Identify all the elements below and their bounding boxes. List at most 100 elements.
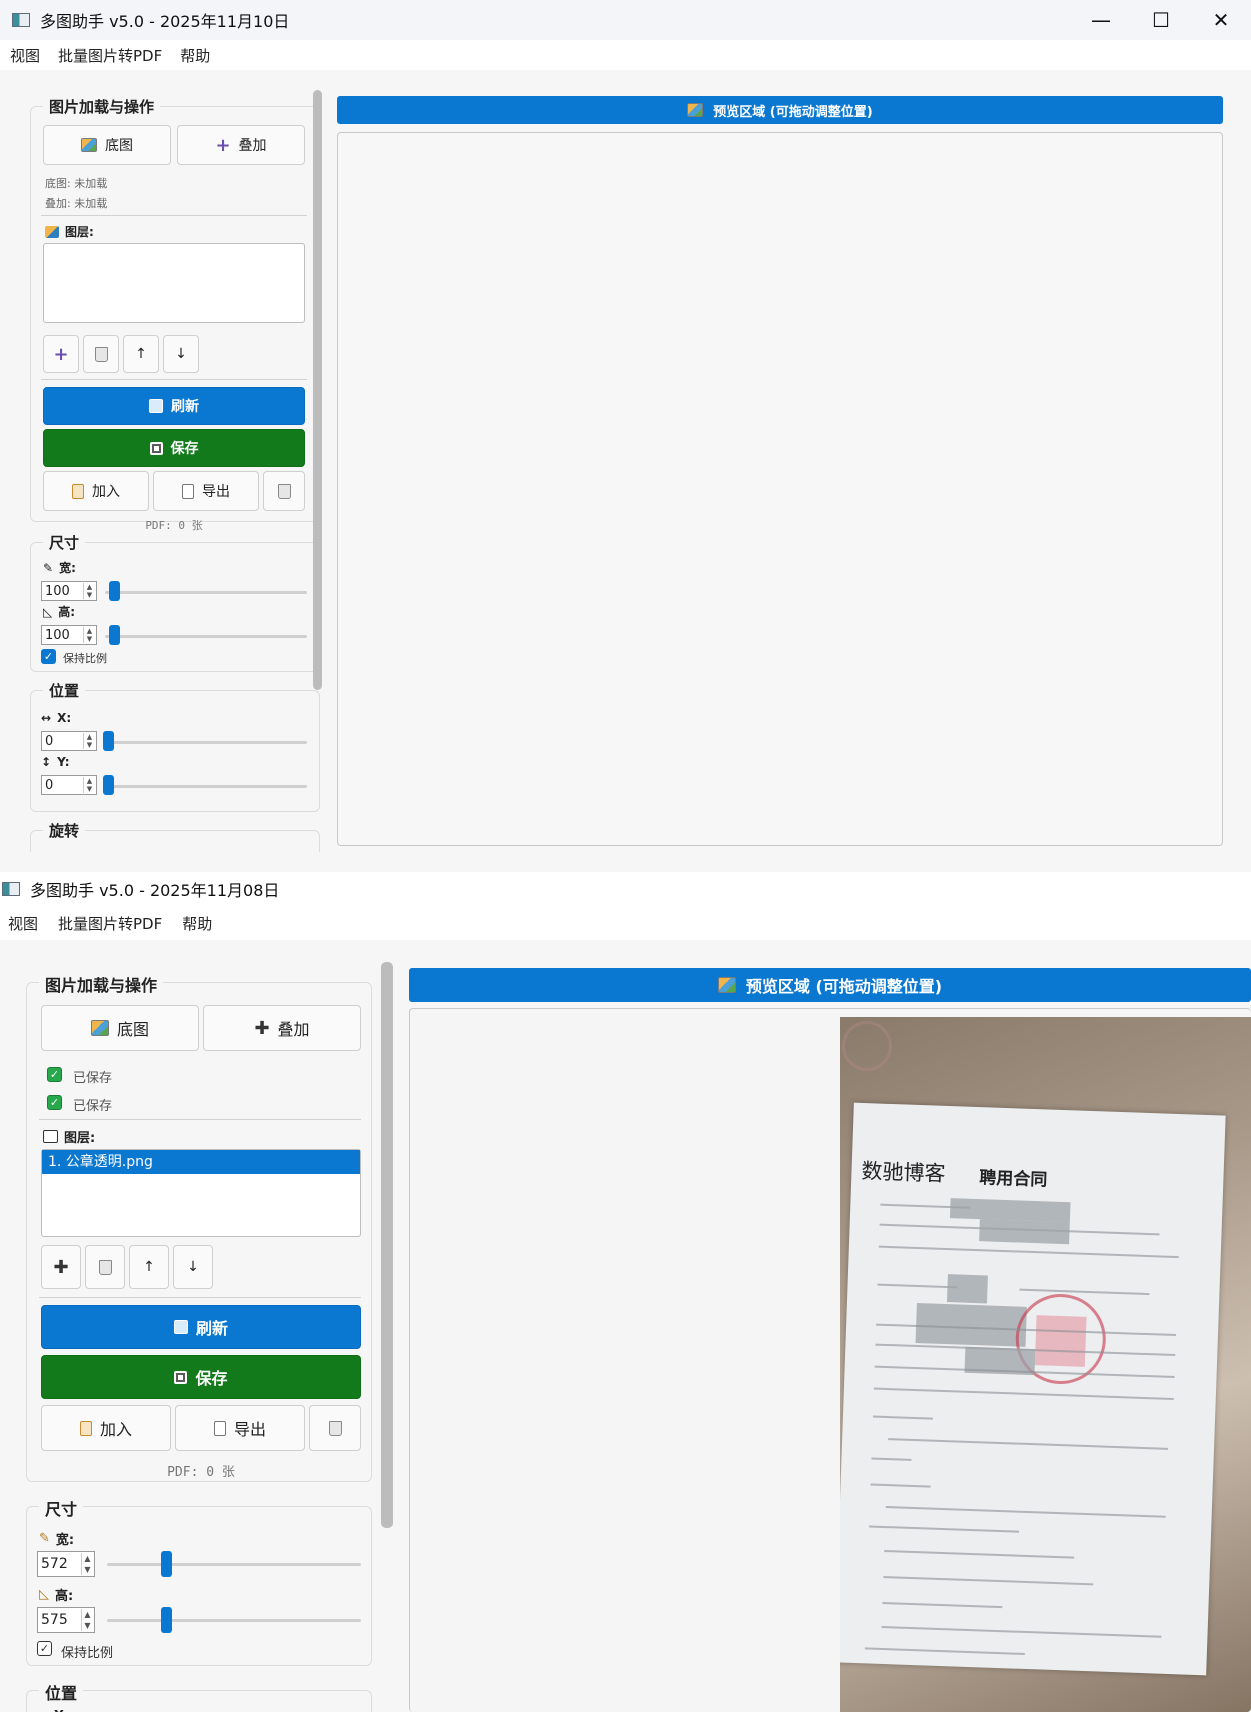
app-icon <box>12 13 30 27</box>
keep-ratio-label: 保持比例 <box>61 1646 114 1661</box>
clear-pdf-button[interactable] <box>263 471 305 511</box>
add-layer-button[interactable]: + <box>43 335 79 373</box>
x-slider-handle[interactable] <box>103 731 114 751</box>
width-slider-handle[interactable] <box>109 581 120 601</box>
group-image-load: 图片加载与操作 底图 ✚ 叠加 ✓ 已保存 ✓ 已保存 图层: 1. 公章透明.… <box>26 972 372 1482</box>
menu-view[interactable]: 视图 <box>10 45 40 66</box>
add-to-pdf-button[interactable]: 加入 <box>43 471 149 511</box>
keep-ratio-checkbox[interactable]: ✓ <box>37 1641 52 1656</box>
close-icon[interactable]: ✕ <box>1191 0 1251 40</box>
sidebar-scrollbar[interactable] <box>381 962 393 1528</box>
menu-bar: 视图 批量图片转PDF 帮助 <box>0 40 1251 70</box>
refresh-button[interactable]: 刷新 <box>43 387 305 425</box>
width-spinbox[interactable]: 572 ▲ ▼ <box>37 1551 95 1577</box>
add-to-pdf-button[interactable]: 加入 <box>41 1405 171 1451</box>
base-image-label: 底图 <box>116 1020 149 1039</box>
preview-header: 预览区域 (可拖动调整位置) <box>409 968 1251 1002</box>
title-bar[interactable]: 多图助手 v5.0 - 2025年11月10日 — ☐ ✕ <box>0 0 1251 40</box>
move-up-button[interactable]: ↑ <box>129 1245 169 1289</box>
menu-view[interactable]: 视图 <box>8 913 38 934</box>
width-spinbox[interactable]: 100 ▲ ▼ <box>41 581 97 601</box>
refresh-label: 刷新 <box>195 1319 228 1338</box>
contract-paper: 数驰博客 聘用合同 <box>840 1102 1226 1676</box>
faint-seal-icon <box>842 1021 892 1071</box>
export-button[interactable]: 导出 <box>175 1405 305 1451</box>
base-image-button[interactable]: 底图 <box>41 1005 199 1051</box>
delete-layer-button[interactable] <box>85 1245 125 1289</box>
height-spinbox[interactable]: 575 ▲ ▼ <box>37 1607 95 1633</box>
width-value: 572 <box>41 1556 68 1572</box>
width-label-text: 宽: <box>59 561 76 575</box>
width-label: ✎ 宽: <box>39 1529 74 1548</box>
title-bar[interactable]: 多图助手 v5.0 - 2025年11月08日 <box>0 872 1251 906</box>
spin-arrows-icon[interactable]: ▲ ▼ <box>83 733 95 749</box>
spin-arrows-icon[interactable]: ▲ ▼ <box>81 1609 93 1631</box>
height-slider-track[interactable] <box>107 1619 361 1622</box>
clipboard-icon <box>79 1420 92 1436</box>
width-slider-track[interactable] <box>105 591 307 594</box>
save-button[interactable]: 保存 <box>41 1355 361 1399</box>
text-line <box>877 1283 958 1289</box>
spin-arrows-icon[interactable]: ▲ ▼ <box>81 1553 93 1575</box>
maximize-icon[interactable]: ☐ <box>1131 0 1191 40</box>
document-photo[interactable]: 数驰博客 聘用合同 <box>840 1017 1251 1712</box>
overlay-saved-checkbox: ✓ <box>47 1095 62 1110</box>
base-image-button[interactable]: 底图 <box>43 125 171 165</box>
text-line <box>870 1483 931 1488</box>
menu-batch-pdf[interactable]: 批量图片转PDF <box>58 913 162 934</box>
width-slider-handle[interactable] <box>161 1551 172 1577</box>
save-button[interactable]: 保存 <box>43 429 305 467</box>
clipboard-icon <box>72 483 84 499</box>
y-spinbox[interactable]: 0 ▲ ▼ <box>41 775 97 795</box>
text-line <box>884 1550 1075 1559</box>
minimize-icon[interactable]: — <box>1071 0 1131 40</box>
arrow-down-icon: ↓ <box>175 346 187 362</box>
trash-icon <box>277 483 291 499</box>
y-slider-track[interactable] <box>105 785 307 788</box>
overlay-button[interactable]: ✚ 叠加 <box>203 1005 361 1051</box>
overlay-button[interactable]: + 叠加 <box>177 125 305 165</box>
menu-help[interactable]: 帮助 <box>182 913 212 934</box>
width-value: 100 <box>45 583 70 599</box>
height-slider-handle[interactable] <box>109 625 120 645</box>
sidebar-scrollbar[interactable] <box>313 90 322 690</box>
window-title: 多图助手 v5.0 - 2025年11月08日 <box>30 881 280 900</box>
layers-list[interactable] <box>43 243 305 323</box>
text-line <box>864 1647 1025 1655</box>
height-slider-track[interactable] <box>105 635 307 638</box>
layers-list[interactable]: 1. 公章透明.png <box>41 1149 361 1237</box>
height-slider-handle[interactable] <box>161 1607 172 1633</box>
redacted-seal-block <box>1034 1315 1087 1367</box>
move-down-button[interactable]: ↓ <box>163 335 199 373</box>
move-down-button[interactable]: ↓ <box>173 1245 213 1289</box>
delete-layer-button[interactable] <box>83 335 119 373</box>
move-up-button[interactable]: ↑ <box>123 335 159 373</box>
text-line <box>1019 1288 1150 1296</box>
height-spinbox[interactable]: 100 ▲ ▼ <box>41 625 97 645</box>
redacted-block <box>979 1219 1070 1245</box>
text-line <box>878 1245 1179 1259</box>
layer-item[interactable]: 1. 公章透明.png <box>42 1150 360 1174</box>
app-icon <box>2 882 20 896</box>
refresh-icon <box>149 399 163 413</box>
keep-ratio-checkbox[interactable]: ✓ <box>41 649 56 664</box>
width-slider-track[interactable] <box>107 1563 361 1566</box>
x-label: ↔ X: <box>41 711 71 725</box>
spin-arrows-icon[interactable]: ▲ ▼ <box>83 583 95 599</box>
x-spinbox[interactable]: 0 ▲ ▼ <box>41 731 97 751</box>
triangle-ruler-icon: ◺ <box>39 1587 49 1602</box>
menu-help[interactable]: 帮助 <box>180 45 210 66</box>
preview-canvas[interactable]: 数驰博客 聘用合同 <box>409 1008 1251 1712</box>
trash-icon <box>94 346 108 362</box>
refresh-button[interactable]: 刷新 <box>41 1305 361 1349</box>
x-slider-track[interactable] <box>105 741 307 744</box>
spin-arrows-icon[interactable]: ▲ ▼ <box>83 777 95 793</box>
spin-arrows-icon[interactable]: ▲ ▼ <box>83 627 95 643</box>
menu-batch-pdf[interactable]: 批量图片转PDF <box>58 45 162 66</box>
y-slider-handle[interactable] <box>103 775 114 795</box>
layers-icon <box>43 1130 58 1143</box>
preview-canvas[interactable] <box>337 132 1223 846</box>
clear-pdf-button[interactable] <box>309 1405 361 1451</box>
add-layer-button[interactable]: ✚ <box>41 1245 81 1289</box>
export-button[interactable]: 导出 <box>153 471 259 511</box>
